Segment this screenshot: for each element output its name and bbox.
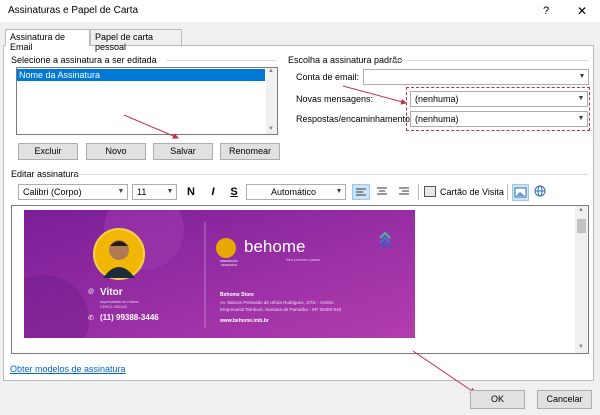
cancel-button[interactable]: Cancelar [537, 390, 592, 409]
ok-button[interactable]: OK [470, 390, 525, 409]
annotation-arrows [123, 85, 476, 394]
arrow-to-ok [412, 350, 476, 394]
get-templates-link[interactable]: Obter modelos de assinatura [10, 364, 126, 374]
arrow-to-new-messages [342, 85, 407, 105]
tab-email-signature[interactable]: Assinatura de Email [5, 29, 90, 52]
arrow-to-save [123, 114, 179, 139]
